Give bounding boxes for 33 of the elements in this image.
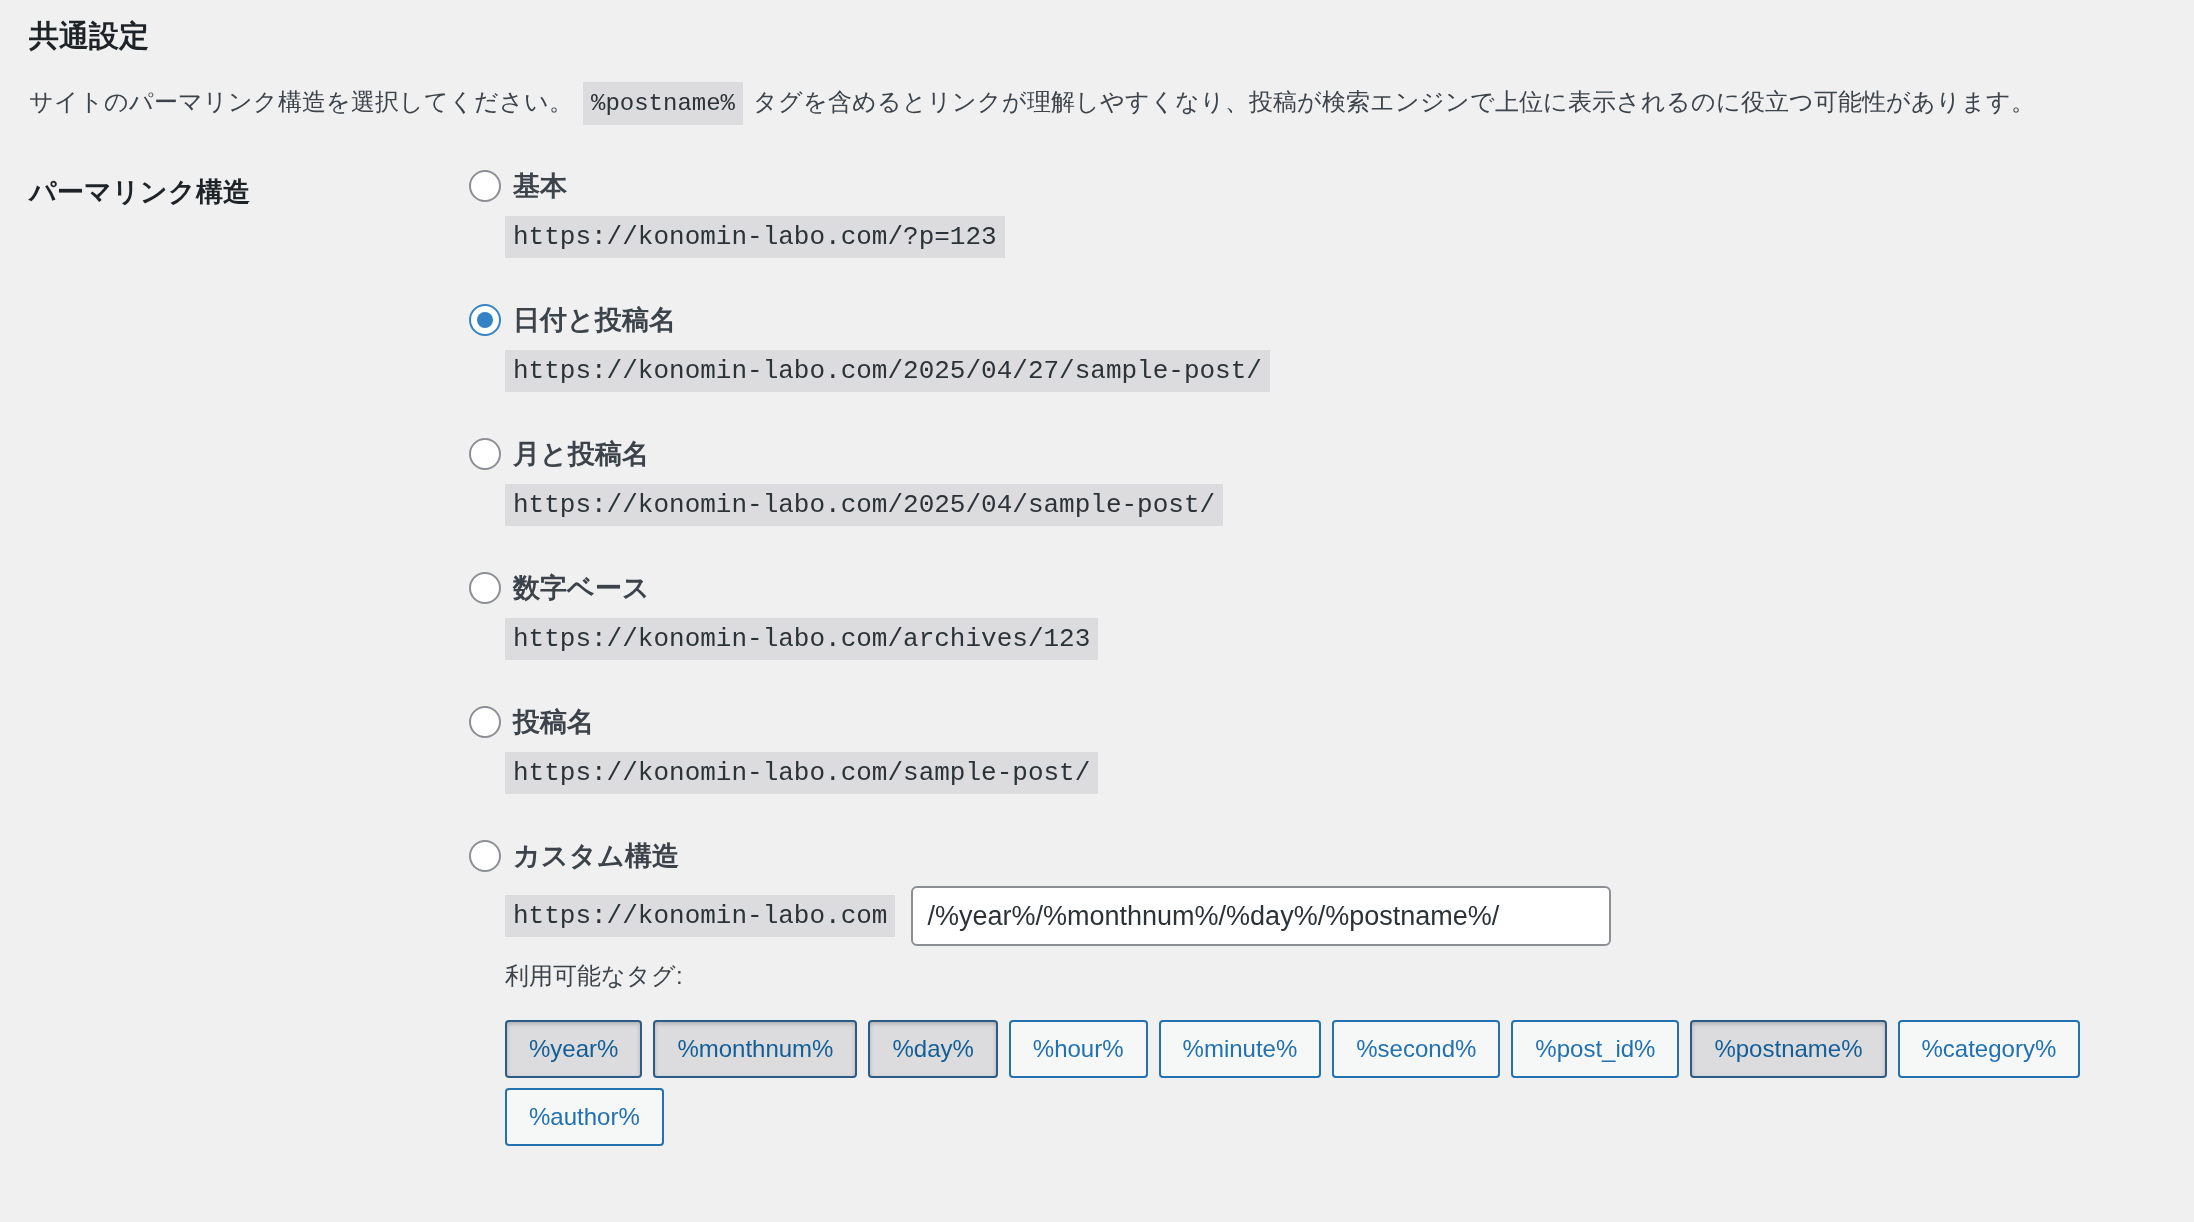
tag-button[interactable]: %post_id% [1511,1020,1680,1078]
option-label: 基本 [513,170,567,203]
radio-button[interactable] [469,170,501,202]
custom-structure-input[interactable]: /%year%/%monthnum%/%day%/%postname%/ [911,886,1612,946]
tag-button[interactable]: %minute% [1158,1020,1322,1078]
url-example: https://konomin-labo.com/2025/04/27/sample-post/ [505,350,1270,392]
tags-label: 利用可能なタグ: [505,961,683,991]
radio-button[interactable] [469,438,501,470]
radio-button[interactable] [469,572,501,604]
tag-button[interactable]: %hour% [1008,1020,1148,1078]
tag-button[interactable]: %day% [868,1020,998,1078]
url-example: https://konomin-labo.com [505,895,896,937]
url-example: https://konomin-labo.com/sample-post/ [505,752,1099,794]
option-label: 月と投稿名 [513,438,649,471]
tag-button[interactable]: %category% [1897,1020,2081,1078]
radio-button[interactable] [469,706,501,738]
tag-button[interactable]: %year% [505,1020,643,1078]
option-label: カスタム構造 [513,840,679,873]
tag-button[interactable]: %second% [1332,1020,1501,1078]
tag-button[interactable]: %author% [505,1088,664,1146]
field-label: パーマリンク構造 [29,177,250,207]
url-example: https://konomin-labo.com/2025/04/sample-post/ [505,484,1224,526]
tag-button[interactable]: %monthnum% [653,1020,858,1078]
option-label: 数字ベース [513,572,650,605]
description-text: サイトのパーマリンク構造を選択してください。 %postname% タグを含めるとリンクが理解しやすくなり、投稿が検索エンジンで上位に表示されるのに役立つ可能性があります。 [29,80,2036,126]
section-heading: 共通設定 [29,18,149,54]
tag-button[interactable]: %postname% [1690,1020,1887,1078]
url-example: https://konomin-labo.com/archives/123 [505,618,1099,660]
url-example: https://konomin-labo.com/?p=123 [505,216,1005,258]
radio-button[interactable] [469,840,501,872]
option-label: 投稿名 [513,706,594,739]
radio-button[interactable] [469,304,501,336]
option-label: 日付と投稿名 [513,304,676,337]
